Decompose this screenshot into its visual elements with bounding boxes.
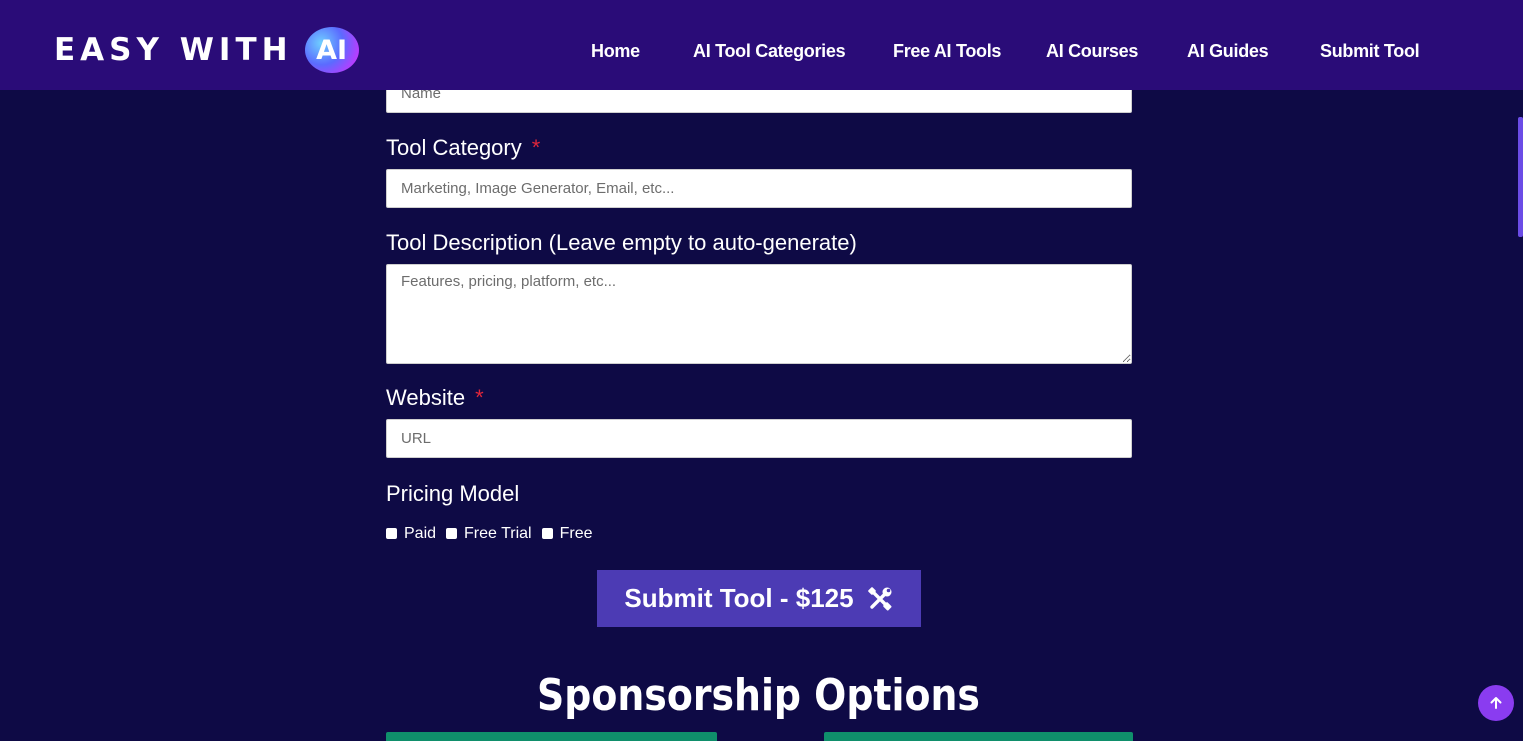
nav-free-ai-tools[interactable]: Free AI Tools (893, 41, 1001, 62)
sponsorship-card-2[interactable] (824, 732, 1133, 741)
nav-home[interactable]: Home (591, 41, 640, 62)
arrow-up-icon (1490, 697, 1502, 709)
logo-text: EASY WITH (54, 32, 293, 68)
free-trial-checkbox-label: Free Trial (464, 525, 532, 542)
nav-ai-courses[interactable]: AI Courses (1046, 41, 1138, 62)
free-checkbox-label: Free (559, 525, 593, 542)
nav-ai-guides[interactable]: AI Guides (1187, 41, 1269, 62)
pricing-model-options: Paid Free Trial Free (386, 524, 603, 544)
site-logo[interactable]: EASY WITH AI (54, 26, 359, 74)
nav-submit-tool[interactable]: Submit Tool (1320, 41, 1420, 62)
free-trial-checkbox[interactable] (446, 527, 458, 539)
sponsorship-card-1[interactable] (386, 732, 717, 741)
submit-tool-button-label: Submit Tool - $125 (624, 583, 854, 613)
required-mark: * (475, 385, 484, 410)
sponsorship-options-title: Sponsorship Options (537, 670, 980, 721)
tools-icon (867, 586, 892, 610)
nav-ai-tool-categories[interactable]: AI Tool Categories (693, 41, 846, 62)
required-mark: * (531, 135, 541, 160)
website-label: Website * (386, 385, 484, 411)
website-url-input[interactable] (386, 419, 1132, 458)
tool-category-label: Tool Category * (386, 135, 540, 161)
free-checkbox[interactable] (541, 527, 553, 539)
pricing-option-paid[interactable]: Paid (386, 525, 436, 543)
scroll-to-top-button[interactable] (1478, 685, 1514, 721)
tool-category-label-text: Tool Category (386, 135, 522, 160)
tool-description-textarea[interactable] (386, 264, 1132, 364)
tool-description-label: Tool Description (Leave empty to auto-ge… (386, 230, 857, 255)
website-label-text: Website (386, 385, 466, 410)
paid-checkbox-label: Paid (404, 525, 437, 542)
pricing-option-free[interactable]: Free (541, 525, 593, 543)
site-header: EASY WITH AI Home AI Tool Categories Fre… (0, 0, 1523, 90)
submit-tool-button[interactable]: Submit Tool - $125 (597, 570, 921, 627)
pricing-option-free-trial[interactable]: Free Trial (446, 525, 532, 543)
pricing-model-label: Pricing Model (386, 481, 520, 506)
page-scrollbar-thumb[interactable] (1518, 117, 1523, 237)
logo-ai-badge: AI (304, 27, 359, 73)
tool-category-input[interactable] (386, 169, 1132, 208)
paid-checkbox[interactable] (386, 527, 397, 539)
